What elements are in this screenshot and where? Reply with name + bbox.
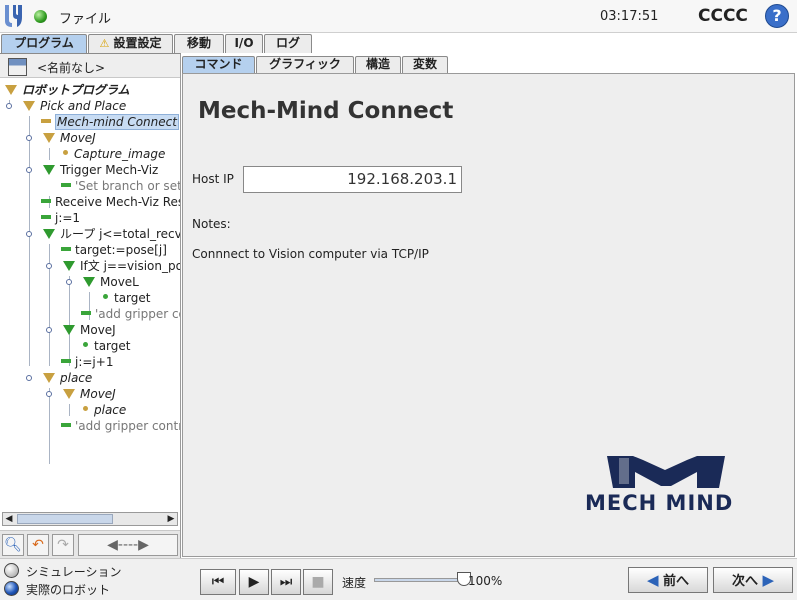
notes-text: Connnect to Vision computer via TCP/IP [192, 247, 429, 261]
folder-triangle-icon [23, 101, 35, 111]
robot-status-icon [34, 10, 47, 23]
move-node-icon[interactable]: ◀----▶ [78, 534, 178, 556]
host-ip-input[interactable]: 192.168.203.1 [243, 166, 462, 193]
tab-move[interactable]: 移動 [174, 34, 224, 53]
tree-node[interactable]: place [43, 370, 92, 386]
tree-node[interactable]: target [83, 338, 131, 354]
program-name: <名前なし> [37, 61, 106, 75]
waypoint-icon [63, 150, 68, 155]
tab-io[interactable]: I/O [225, 34, 263, 53]
simulation-label: シミュレーション [26, 565, 122, 579]
speed-slider-track[interactable] [374, 578, 465, 582]
real-robot-radio[interactable] [4, 581, 19, 596]
tree-node[interactable]: MoveJ [63, 322, 116, 338]
folder-triangle-icon [43, 229, 55, 239]
tree-node[interactable]: place [83, 402, 126, 418]
tree-node-selected[interactable]: Mech-mind Connect [41, 114, 179, 130]
tree-node[interactable]: ループ j<=total_recv [43, 226, 180, 242]
speed-label: 速度 [342, 576, 367, 590]
tree-node[interactable]: j:=1 [41, 210, 80, 226]
command-icon [61, 183, 71, 187]
folder-triangle-icon [43, 133, 55, 143]
command-icon [61, 423, 71, 427]
tree-node[interactable]: MoveJ [43, 130, 96, 146]
stop-icon[interactable]: ■ [303, 569, 333, 595]
mech-mind-logo-text: MECH MIND [585, 491, 734, 515]
program-header: <名前なし> [0, 54, 180, 78]
play-icon[interactable]: ▶ [239, 569, 269, 595]
tree-node[interactable]: 'add gripper contro [61, 418, 180, 434]
folder-triangle-icon [43, 373, 55, 383]
arrow-left-icon: ◀ [646, 571, 659, 589]
real-robot-label: 実際のロボット [26, 583, 111, 597]
command-icon [41, 119, 51, 123]
waypoint-icon [103, 294, 108, 299]
warning-icon: ⚠ [99, 37, 110, 50]
ur-logo-icon [5, 5, 22, 27]
tab-structure[interactable]: 構造 [355, 56, 401, 73]
program-tree[interactable]: ロボットプログラム Pick and Place Mech-mind Conne… [0, 80, 180, 512]
waypoint-icon [83, 406, 88, 411]
scroll-left-icon[interactable]: ◀ [3, 513, 15, 525]
tab-command[interactable]: コマンド [182, 56, 255, 73]
tree-node[interactable]: target:=pose[j] [61, 242, 167, 258]
tree-node[interactable]: If文 j==vision_poi [63, 258, 180, 274]
scroll-right-icon[interactable]: ▶ [165, 513, 177, 525]
tree-node[interactable]: target [103, 290, 151, 306]
command-icon [61, 247, 71, 251]
node-title: Mech-Mind Connect [198, 98, 454, 124]
top-bar: ファイル 03:17:51 CCCC ? [0, 0, 797, 33]
folder-triangle-icon [63, 325, 75, 335]
bottom-bar: シミュレーション 実際のロボット ⏮ ▶ ⏭ ■ 速度 100% ◀ 前へ 次へ… [0, 558, 797, 600]
tree-node[interactable]: Pick and Place [23, 98, 126, 114]
folder-triangle-icon [63, 261, 75, 271]
folder-triangle-icon [63, 389, 75, 399]
tree-node[interactable]: Receive Mech-Viz Res [41, 194, 180, 210]
tree-node[interactable]: 'add gripper co [81, 306, 180, 322]
undo-icon[interactable]: ↶ [27, 534, 49, 556]
speed-slider-fill [375, 579, 465, 581]
tab-log[interactable]: ログ [264, 34, 312, 53]
tree-node[interactable]: Trigger Mech-Viz [43, 162, 158, 178]
next-button[interactable]: 次へ ▶ [713, 567, 793, 593]
command-icon [61, 359, 71, 363]
command-icon [41, 215, 51, 219]
search-icon[interactable]: 🔍︎ [2, 534, 24, 556]
notes-label: Notes: [192, 217, 231, 231]
command-icon [81, 311, 91, 315]
tree-horizontal-scrollbar[interactable]: ◀ ▶ [2, 512, 178, 526]
file-menu[interactable]: ファイル [59, 8, 111, 27]
host-ip-label: Host IP [192, 172, 234, 186]
scroll-thumb[interactable] [17, 514, 113, 524]
simulation-radio[interactable] [4, 563, 19, 578]
tab-graphics[interactable]: グラフィック [256, 56, 354, 73]
program-tree-panel: <名前なし> ロボットプログラム Pick and Place Mech-min… [0, 53, 181, 558]
prev-button[interactable]: ◀ 前へ [628, 567, 708, 593]
tree-toolbar: 🔍︎ ↶ ↷ ◀----▶ [0, 530, 180, 558]
tab-variables[interactable]: 変数 [402, 56, 448, 73]
speed-value: 100% [468, 574, 503, 588]
command-panel: Mech-Mind Connect Host IP 192.168.203.1 … [182, 73, 795, 557]
folder-triangle-icon [5, 85, 17, 95]
clock: 03:17:51 [600, 9, 659, 24]
save-icon[interactable] [8, 58, 27, 76]
tree-node[interactable]: j:=j+1 [61, 354, 113, 370]
tab-program[interactable]: プログラム [1, 34, 87, 53]
waypoint-icon [83, 342, 88, 347]
robot-name: CCCC [698, 6, 748, 26]
step-icon[interactable]: ⏭ [271, 569, 301, 595]
tree-node[interactable]: MoveJ [63, 386, 116, 402]
redo-icon[interactable]: ↷ [52, 534, 74, 556]
folder-triangle-icon [83, 277, 95, 287]
tree-node[interactable]: 'Set branch or set i [61, 178, 180, 194]
tree-node[interactable]: Capture_image [63, 146, 165, 162]
folder-triangle-icon [43, 165, 55, 175]
tab-installation[interactable]: ⚠ 設置設定 [88, 34, 173, 53]
command-icon [41, 199, 51, 203]
tree-root[interactable]: ロボットプログラム [5, 82, 130, 98]
rewind-icon[interactable]: ⏮ [200, 569, 236, 595]
arrow-right-icon: ▶ [762, 571, 775, 589]
tree-node[interactable]: MoveL [83, 274, 139, 290]
help-icon[interactable]: ? [765, 4, 789, 28]
